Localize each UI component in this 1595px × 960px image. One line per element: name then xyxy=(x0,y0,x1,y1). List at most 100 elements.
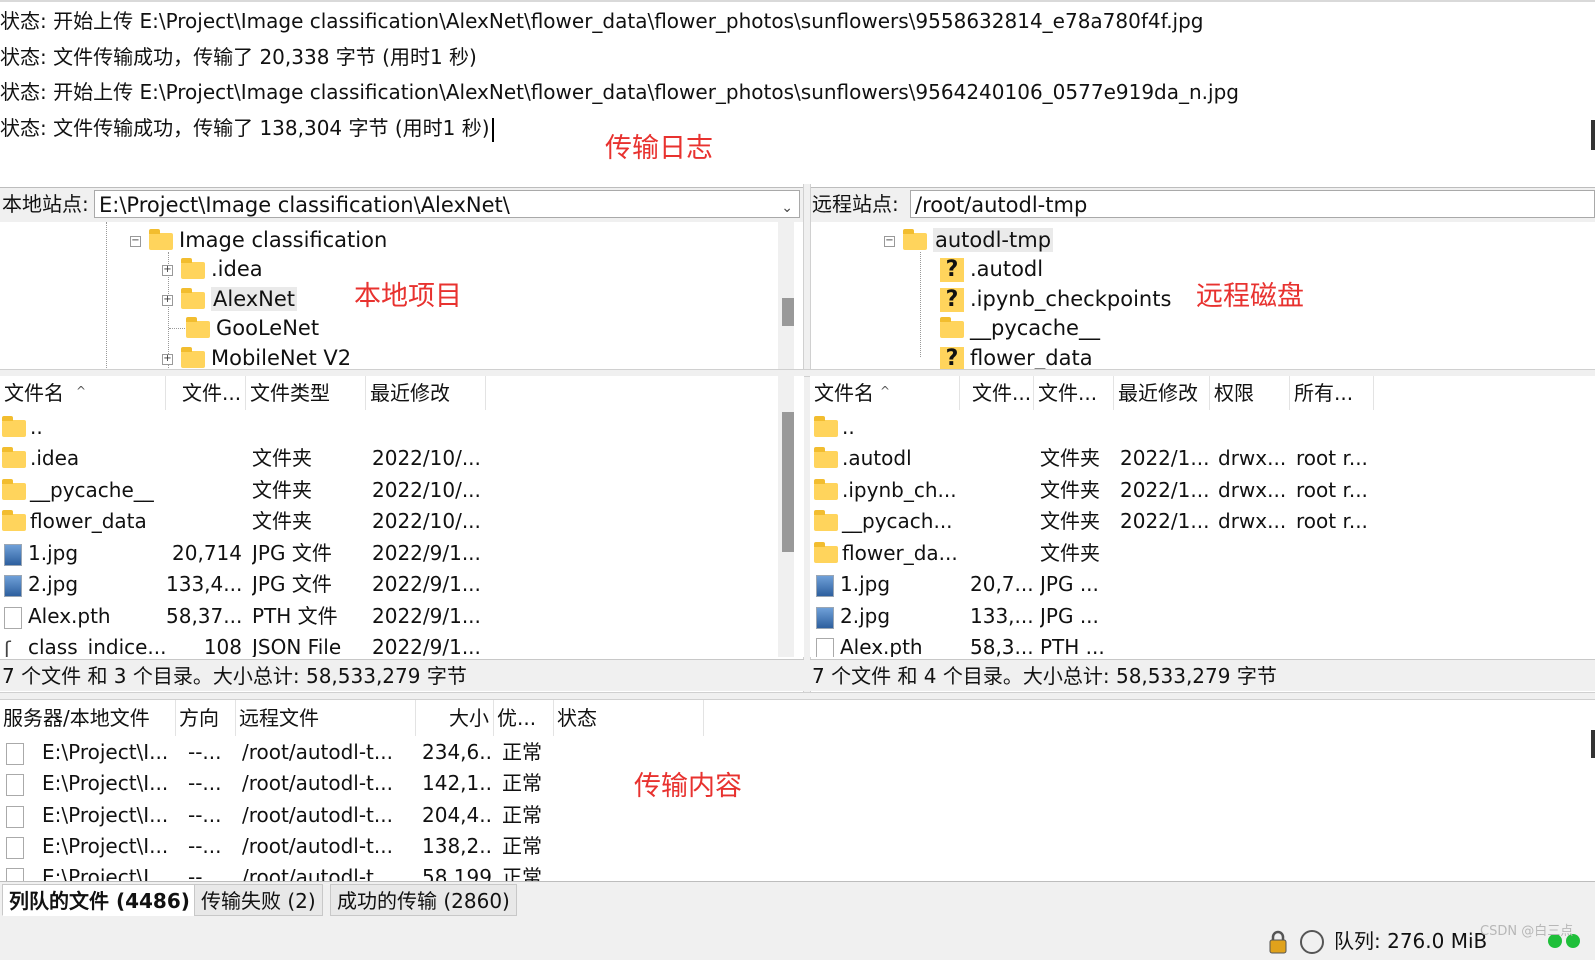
column-header-filename[interactable]: 文件名 ^ xyxy=(0,376,166,410)
message-log[interactable]: 状态: 开始上传 E:\Project\Image classification… xyxy=(0,0,1595,186)
file-type: PTH 文件 xyxy=(252,604,338,628)
tree-item-label: flower_data xyxy=(970,346,1093,370)
folder-icon xyxy=(181,257,205,279)
expand-icon[interactable]: + xyxy=(162,353,173,365)
file-modified: 2022/9/1... xyxy=(372,604,481,628)
column-header-size[interactable]: 文件... xyxy=(960,376,1034,410)
remote-directory-tree[interactable]: − autodl-tmp ? .autodl ? .ipynb_checkpoints… xyxy=(810,222,1595,370)
queue-direction: --... xyxy=(188,865,222,881)
local-directory-tree[interactable]: − Image classification + .idea + AlexNet Go… xyxy=(0,222,804,370)
column-header-filename[interactable]: 文件名 ^ xyxy=(810,376,960,410)
local-status-bar: 7 个文件 和 3 个目录。大小总计: 58,533,279 字节 xyxy=(0,659,804,691)
column-header-size[interactable]: 大小 xyxy=(416,700,494,736)
file-row[interactable]: flower_data 文件夹 2022/10/... xyxy=(0,506,780,537)
file-row[interactable]: 1.jpg 20,7... JPG ... xyxy=(810,569,1590,600)
tree-item[interactable]: ? .autodl xyxy=(940,255,1043,283)
tree-item[interactable]: − Image classification xyxy=(130,226,387,254)
log-scrollbar[interactable] xyxy=(1591,120,1595,150)
tree-item-selected[interactable]: + AlexNet xyxy=(162,285,298,313)
tree-item[interactable]: − autodl-tmp xyxy=(884,226,1054,254)
folder-open-icon xyxy=(903,228,927,250)
file-type: JPG ... xyxy=(1040,604,1099,628)
file-name: flower_data xyxy=(30,509,147,533)
sort-ascending-icon: ^ xyxy=(880,384,891,398)
local-list-scrollbar[interactable] xyxy=(778,376,794,657)
transfer-queue[interactable]: 服务器/本地文件 方向 远程文件 大小 优... 状态 E:\Project\I… xyxy=(0,700,1595,881)
file-type: 文件夹 xyxy=(252,509,312,533)
file-type: PTH ... xyxy=(1040,635,1105,657)
collapse-icon[interactable]: − xyxy=(130,235,141,247)
tree-item[interactable]: ? flower_data xyxy=(940,344,1093,370)
tree-item[interactable]: + .idea xyxy=(162,255,263,283)
file-row[interactable]: __pycache__ 文件夹 2022/10/... xyxy=(0,475,780,506)
file-row[interactable]: 1.jpg 20,714 JPG 文件 2022/9/1... xyxy=(0,538,780,569)
folder-icon xyxy=(814,447,838,468)
queue-row[interactable]: E:\Project\I... --... /root/autodl-t... … xyxy=(0,800,760,831)
file-name: 1.jpg xyxy=(840,572,891,596)
tree-item-label: Image classification xyxy=(179,228,388,252)
scrollbar-thumb[interactable] xyxy=(782,412,794,552)
column-header-size[interactable]: 文件... xyxy=(166,376,246,410)
tree-item[interactable]: ? .ipynb_checkpoints xyxy=(940,285,1171,313)
column-header-permissions[interactable]: 权限 xyxy=(1210,376,1290,410)
file-name: 2.jpg xyxy=(28,572,79,596)
column-header-remote-file[interactable]: 远程文件 xyxy=(236,700,416,736)
file-row[interactable]: Alex.pth 58,3... PTH ... xyxy=(810,632,1590,657)
file-modified: 2022/1... xyxy=(1120,478,1208,502)
column-header-status[interactable]: 状态 xyxy=(554,700,704,736)
tree-item[interactable]: GooLeNet xyxy=(186,314,319,342)
file-icon xyxy=(4,606,22,629)
column-header-type[interactable]: 文件类型 xyxy=(246,376,366,410)
column-header-modified[interactable]: 最近修改 xyxy=(366,376,486,410)
remote-path-input[interactable]: /root/autodl-tmp xyxy=(910,190,1595,218)
file-row[interactable]: .. xyxy=(810,412,1590,443)
folder-icon xyxy=(186,316,210,338)
column-header-priority[interactable]: 优... xyxy=(494,700,554,736)
file-row[interactable]: 2.jpg 133,... JPG ... xyxy=(810,601,1590,632)
local-tree-scrollbar[interactable] xyxy=(778,222,794,370)
column-header-type[interactable]: 文件... xyxy=(1034,376,1114,410)
queue-row[interactable]: E:\Project\I... --... /root/autodl-t... … xyxy=(0,862,760,881)
file-permissions: drwx... xyxy=(1218,509,1287,533)
collapse-icon[interactable]: − xyxy=(884,235,895,247)
file-row[interactable]: 2.jpg 133,4... JPG 文件 2022/9/1... xyxy=(0,569,780,600)
tree-item[interactable]: __pycache__ xyxy=(940,314,1100,342)
file-row[interactable]: .ipynb_ch... 文件夹 2022/1... drwx... root … xyxy=(810,475,1590,506)
local-path-input[interactable]: E:\Project\Image classification\AlexNet\… xyxy=(94,190,800,218)
column-header-direction[interactable]: 方向 xyxy=(176,700,236,736)
file-icon xyxy=(816,637,834,657)
scrollbar-thumb[interactable] xyxy=(782,298,794,326)
speed-limit-icon[interactable] xyxy=(1300,930,1324,954)
tab-queued-files[interactable]: 列队的文件 (4486) xyxy=(2,884,197,916)
file-row[interactable]: .autodl 文件夹 2022/1... drwx... root r... xyxy=(810,443,1590,474)
file-row[interactable]: flower_da... 文件夹 xyxy=(810,538,1590,569)
file-row[interactable]: Alex.pth 58,37... PTH 文件 2022/9/1... xyxy=(0,601,780,632)
local-file-list[interactable]: 文件名 ^ 文件... 文件类型 最近修改 .. .idea 文件夹 2022/1… xyxy=(0,376,804,657)
queue-scrollbar[interactable] xyxy=(1591,730,1595,758)
image-file-icon xyxy=(4,543,22,566)
tab-successful-transfers[interactable]: 成功的传输 (2860) xyxy=(330,884,517,916)
tree-item[interactable]: + MobileNet V2 xyxy=(162,344,351,370)
file-row[interactable]: ʃ class_indice... 108 JSON File 2022/9/1.… xyxy=(0,632,780,657)
file-name: .. xyxy=(30,415,43,439)
column-header-local-file[interactable]: 服务器/本地文件 xyxy=(0,700,176,736)
file-row[interactable]: .idea 文件夹 2022/10/... xyxy=(0,443,780,474)
file-type: 文件夹 xyxy=(252,446,312,470)
remote-site-label: 远程站点: xyxy=(812,192,899,216)
queue-local-file: E:\Project\I... xyxy=(42,865,169,881)
expand-icon[interactable]: + xyxy=(162,294,173,306)
file-row[interactable]: .. xyxy=(0,412,780,443)
file-type: JPG 文件 xyxy=(252,541,332,565)
expand-icon[interactable]: + xyxy=(162,264,173,276)
tree-item-label: autodl-tmp xyxy=(933,228,1054,252)
column-header-modified[interactable]: 最近修改 xyxy=(1114,376,1210,410)
chevron-down-icon[interactable]: ⌄ xyxy=(781,194,793,217)
annotation-queue: 传输内容 xyxy=(634,771,742,802)
column-header-owner[interactable]: 所有... xyxy=(1290,376,1374,410)
queue-row[interactable]: E:\Project\I... --... /root/autodl-t... … xyxy=(0,831,760,862)
list-queue-splitter[interactable] xyxy=(0,692,1595,700)
remote-file-list[interactable]: 文件名 ^ 文件... 文件... 最近修改 权限 所有... .. .autod… xyxy=(810,376,1595,657)
unknown-folder-icon: ? xyxy=(940,347,964,370)
file-row[interactable]: __pycach... 文件夹 2022/1... drwx... root r… xyxy=(810,506,1590,537)
tab-failed-transfers[interactable]: 传输失败 (2) xyxy=(194,884,323,916)
